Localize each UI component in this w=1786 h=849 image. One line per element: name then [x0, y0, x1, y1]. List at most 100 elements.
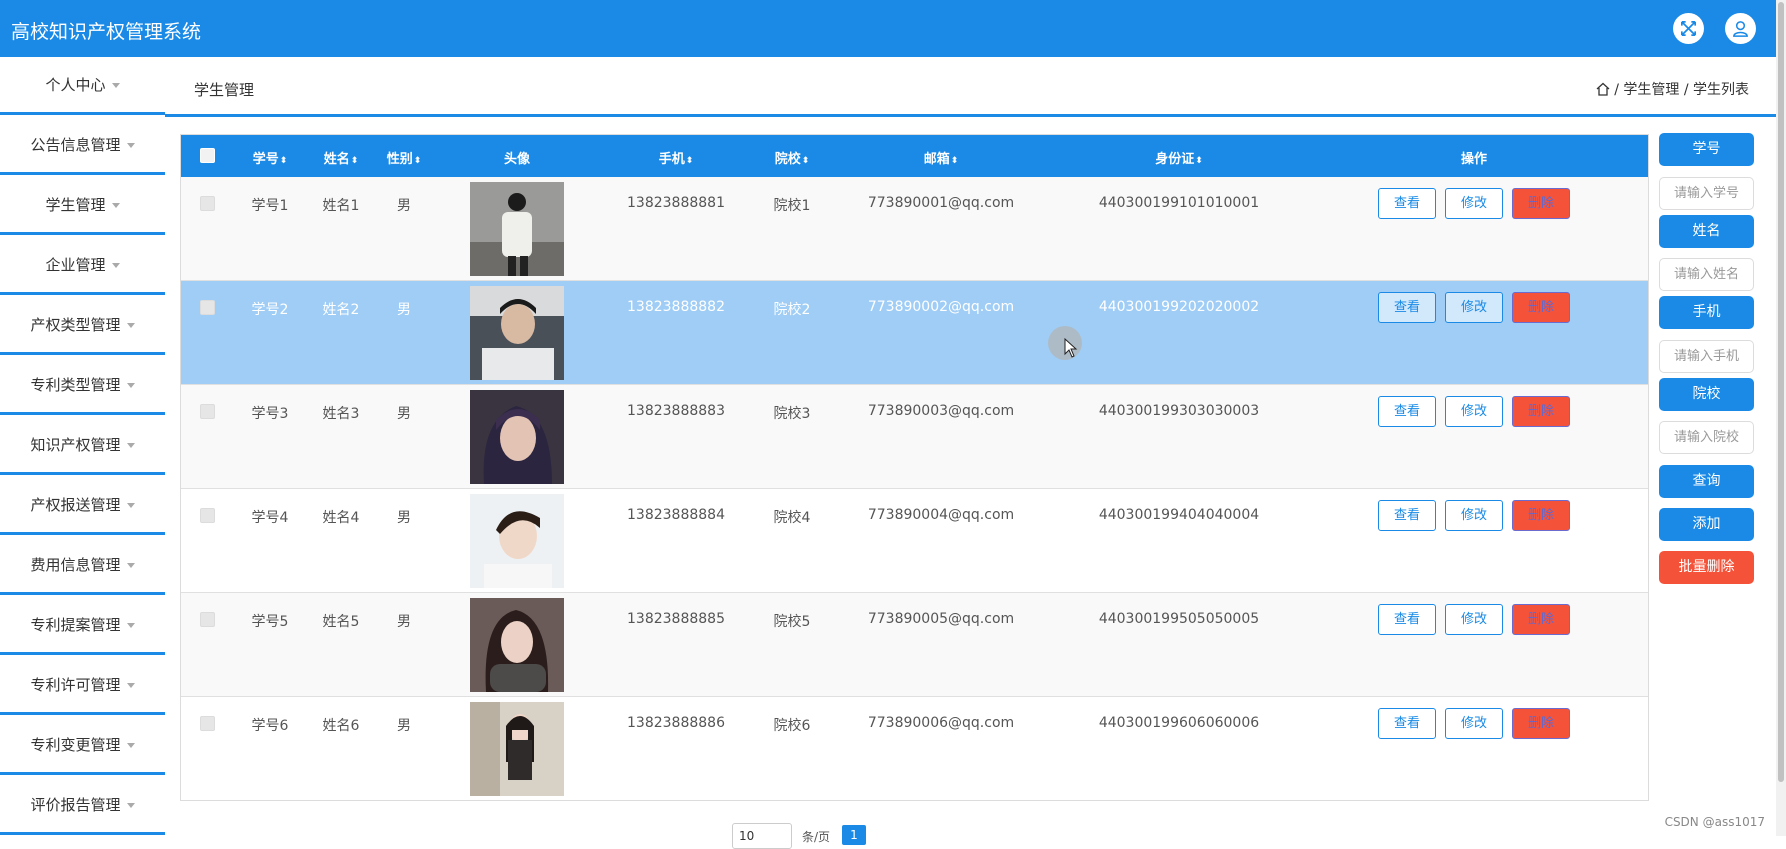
delete-button[interactable]: 删除 [1512, 500, 1570, 531]
scrollbar-thumb[interactable] [1778, 2, 1784, 782]
chevron-down-icon [126, 323, 135, 328]
sidebar-item-changes[interactable]: 专利变更管理 [0, 717, 165, 775]
col-header-label: 操作 [1460, 152, 1488, 167]
sidebar-item-proposals[interactable]: 专利提案管理 [0, 597, 165, 655]
add-button[interactable]: 添加 [1659, 508, 1754, 541]
select-all-checkbox[interactable] [200, 148, 215, 163]
view-button[interactable]: 查看 [1378, 708, 1436, 739]
search-school-label: 院校 [1659, 378, 1754, 411]
col-header-name[interactable]: 姓名⬍ [324, 148, 359, 167]
fullscreen-button[interactable] [1673, 13, 1704, 44]
table-row[interactable]: 学号6 姓名6 男 13823888886 院校6 773890006@qq.c… [180, 697, 1649, 801]
delete-button[interactable]: 删除 [1512, 708, 1570, 739]
col-header-phone[interactable]: 手机⬍ [659, 148, 694, 167]
row-checkbox[interactable] [200, 716, 215, 731]
edit-button[interactable]: 修改 [1445, 292, 1503, 323]
breadcrumb-sep: / [1683, 82, 1689, 98]
cell-gender: 男 [397, 302, 411, 318]
page-size-select[interactable]: 10 [732, 823, 792, 849]
col-header-email[interactable]: 邮箱⬍ [924, 148, 959, 167]
search-phone-input[interactable]: 请输入手机 [1659, 340, 1754, 373]
search-id-input[interactable]: 请输入学号 [1659, 177, 1754, 210]
edit-button[interactable]: 修改 [1445, 604, 1503, 635]
sort-icon: ⬍ [279, 156, 288, 166]
col-header-id[interactable]: 学号⬍ [253, 148, 288, 167]
table-row[interactable]: 学号2 姓名2 男 13823888882 院校2 773890002@qq.c… [180, 281, 1649, 385]
view-button[interactable]: 查看 [1378, 604, 1436, 635]
delete-button[interactable]: 删除 [1512, 604, 1570, 635]
cell-idcard: 440300199505050005 [1098, 611, 1260, 627]
query-button[interactable]: 查询 [1659, 465, 1754, 498]
sidebar-item-submissions[interactable]: 产权报送管理 [0, 477, 165, 535]
edit-button[interactable]: 修改 [1445, 396, 1503, 427]
sidebar-item-label: 学生管理 [45, 196, 106, 214]
sidebar-item-enterprises[interactable]: 企业管理 [0, 237, 165, 295]
page-button-current[interactable]: 1 [842, 825, 866, 845]
user-icon [1733, 21, 1748, 37]
delete-button[interactable]: 删除 [1512, 188, 1570, 219]
col-header-label: 头像 [503, 152, 531, 167]
cell-phone: 13823888883 [627, 403, 725, 419]
sort-icon: ⬍ [801, 156, 810, 166]
batch-delete-button[interactable]: 批量删除 [1659, 551, 1754, 584]
delete-button[interactable]: 删除 [1512, 292, 1570, 323]
row-checkbox[interactable] [200, 404, 215, 419]
content-header: 学生管理 / 学生管理 / 学生列表 [165, 57, 1776, 117]
page-title: 学生管理 [194, 81, 255, 99]
sidebar-item-licenses[interactable]: 专利许可管理 [0, 657, 165, 715]
cell-name: 姓名6 [322, 718, 360, 734]
cell-school: 院校2 [773, 302, 811, 318]
user-avatar-button[interactable] [1725, 13, 1756, 44]
sidebar-item-fees[interactable]: 费用信息管理 [0, 537, 165, 595]
home-icon[interactable] [1596, 82, 1610, 96]
sidebar-item-announcements[interactable]: 公告信息管理 [0, 117, 165, 175]
table-row[interactable]: 学号4 姓名4 男 13823888884 院校4 773890004@qq.c… [180, 489, 1649, 593]
chevron-down-icon [111, 263, 120, 268]
search-school-input[interactable]: 请输入院校 [1659, 421, 1754, 454]
sidebar-item-students[interactable]: 学生管理 [0, 177, 165, 235]
view-button[interactable]: 查看 [1378, 500, 1436, 531]
cell-email: 773890004@qq.com [867, 507, 1015, 523]
mouse-cursor-icon [1064, 338, 1078, 358]
sidebar-item-profile[interactable]: 个人中心 [0, 57, 165, 115]
page-scrollbar[interactable] [1776, 0, 1786, 836]
col-header-idcard[interactable]: 身份证⬍ [1155, 148, 1203, 167]
edit-button[interactable]: 修改 [1445, 500, 1503, 531]
sort-icon: ⬍ [950, 156, 959, 166]
row-checkbox[interactable] [200, 612, 215, 627]
table-row[interactable]: 学号5 姓名5 男 13823888885 院校5 773890005@qq.c… [180, 593, 1649, 697]
sidebar-item-reports[interactable]: 评价报告管理 [0, 777, 165, 835]
row-checkbox[interactable] [200, 508, 215, 523]
table-row[interactable]: 学号1 姓名1 男 13823888881 院校1 773890001@qq.c… [180, 177, 1649, 281]
avatar [470, 702, 564, 796]
cell-gender: 男 [397, 510, 411, 526]
avatar [470, 494, 564, 588]
sort-icon: ⬍ [685, 156, 694, 166]
col-header-school[interactable]: 院校⬍ [775, 148, 810, 167]
cell-email: 773890005@qq.com [867, 611, 1015, 627]
edit-button[interactable]: 修改 [1445, 708, 1503, 739]
avatar [470, 390, 564, 484]
sidebar-item-ip[interactable]: 知识产权管理 [0, 417, 165, 475]
edit-button[interactable]: 修改 [1445, 188, 1503, 219]
chevron-down-icon [126, 563, 135, 568]
view-button[interactable]: 查看 [1378, 292, 1436, 323]
view-button[interactable]: 查看 [1378, 396, 1436, 427]
sidebar-item-patent-types[interactable]: 专利类型管理 [0, 357, 165, 415]
cell-id: 学号3 [251, 406, 289, 422]
avatar [470, 286, 564, 380]
cell-school: 院校6 [773, 718, 811, 734]
row-checkbox[interactable] [200, 196, 215, 211]
table-row[interactable]: 学号3 姓名3 男 13823888883 院校3 773890003@qq.c… [180, 385, 1649, 489]
cell-phone: 13823888882 [627, 299, 725, 315]
sidebar-item-property-types[interactable]: 产权类型管理 [0, 297, 165, 355]
view-button[interactable]: 查看 [1378, 188, 1436, 219]
cell-name: 姓名3 [322, 406, 360, 422]
col-header-gender[interactable]: 性别⬍ [387, 148, 422, 167]
delete-button[interactable]: 删除 [1512, 396, 1570, 427]
cell-school: 院校5 [773, 614, 811, 630]
search-name-input[interactable]: 请输入姓名 [1659, 258, 1754, 291]
breadcrumb-item-students[interactable]: 学生管理 [1623, 82, 1679, 98]
chevron-down-icon [111, 83, 120, 88]
row-checkbox[interactable] [200, 300, 215, 315]
